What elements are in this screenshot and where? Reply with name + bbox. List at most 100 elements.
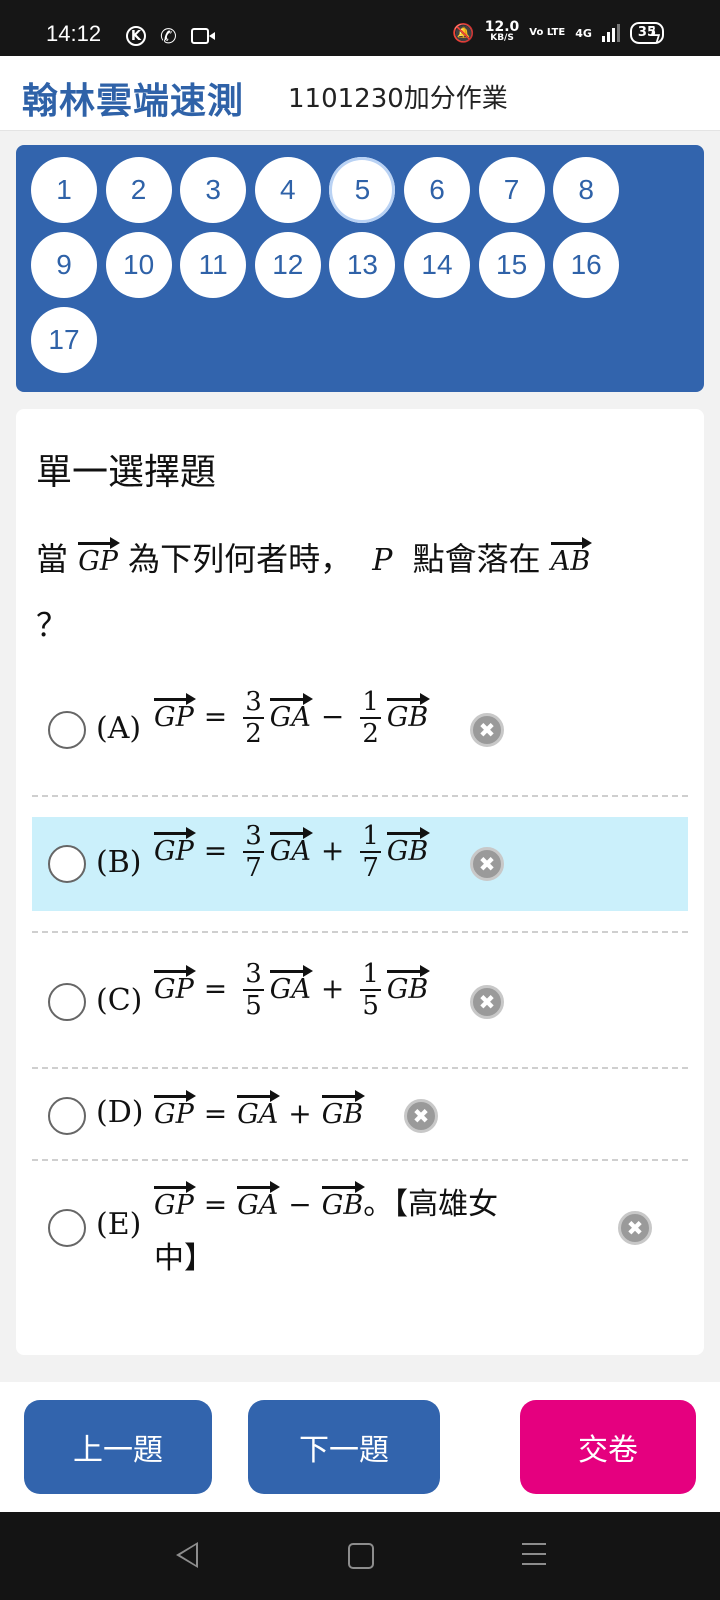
operator: =	[203, 699, 228, 733]
question-number-button-11[interactable]: 11	[180, 232, 247, 298]
eliminate-option-icon[interactable]: ✖	[618, 1211, 652, 1245]
question-number-button-6[interactable]: 6	[404, 157, 470, 223]
option-d[interactable]: (D) GP = GA + GB ✖	[32, 1077, 688, 1157]
line-ab: AB	[550, 537, 593, 576]
vector-term: GB	[321, 1181, 366, 1220]
vector-term: GA	[269, 964, 313, 1004]
question-number-button-17[interactable]: 17	[31, 307, 97, 373]
question-text-part: 為下列何者時，	[128, 540, 353, 578]
question-text-part: 點會落在	[412, 540, 541, 578]
option-formula: GP = GA + GB	[154, 1090, 366, 1130]
question-number-button-5[interactable]: 5	[329, 157, 396, 223]
denominator: 2	[362, 719, 379, 749]
numerator: 3	[243, 687, 264, 719]
fraction: 17	[360, 821, 381, 883]
option-formula: GP = 3 5 GA +1 5 GB	[154, 959, 431, 1021]
operator: +	[288, 1097, 312, 1130]
option-d-radio[interactable]	[48, 1097, 86, 1135]
submit-exam-button[interactable]: 交卷	[520, 1400, 696, 1494]
status-right-icons: 🔕 12.0 KB/S Vo LTE 4G 35	[452, 20, 664, 44]
option-formula: GP = 3 2 GA −1 2 GB	[154, 687, 431, 749]
eliminate-option-icon[interactable]: ✖	[404, 1099, 438, 1133]
question-number-button-2[interactable]: 2	[105, 157, 172, 223]
option-formula: GP = 3 7 GA +1 7 GB	[154, 821, 431, 883]
vector-term: GP	[154, 964, 196, 1004]
option-a[interactable]: (A) GP = 3 2 GA −1 2 GB ✖	[32, 677, 688, 787]
mute-bell-icon: 🔕	[452, 22, 475, 44]
denominator: 2	[245, 719, 262, 749]
vector-term: GP	[154, 1090, 196, 1129]
home-icon[interactable]	[348, 1543, 374, 1569]
numerator: 1	[360, 959, 381, 991]
vector-term: GP	[154, 1181, 196, 1220]
numerator: 1	[360, 687, 381, 719]
operator: +	[320, 833, 345, 867]
question-text: 當 GP 為下列何者時， P 點會落在 AB ？	[36, 527, 676, 657]
numerator: 3	[243, 821, 264, 853]
network-type: 4G	[575, 26, 592, 40]
option-c[interactable]: (C) GP = 3 5 GA +1 5 GB ✖	[32, 949, 688, 1059]
question-text-part: 當	[36, 540, 69, 578]
status-time: 14:12	[46, 21, 102, 46]
question-number-button-13[interactable]: 13	[329, 232, 396, 298]
option-label: (E)	[96, 1207, 142, 1242]
numerator: 1	[360, 821, 381, 853]
question-number-button-10[interactable]: 10	[105, 232, 172, 298]
denominator: 7	[362, 853, 379, 883]
option-a-radio[interactable]	[48, 711, 86, 749]
charging-icon: ϟ	[648, 24, 662, 48]
back-icon[interactable]	[176, 1542, 198, 1568]
vector-term: GP	[154, 826, 196, 866]
question-number-button-4[interactable]: 4	[254, 157, 321, 223]
option-divider	[32, 795, 688, 797]
question-number-button-7[interactable]: 7	[478, 157, 545, 223]
vector-term: GA	[237, 1090, 281, 1129]
video-call-icon	[190, 28, 215, 44]
question-number-button-14[interactable]: 14	[404, 232, 470, 298]
brand-logo: 翰林雲端速測	[22, 81, 245, 122]
fraction: 15	[360, 959, 381, 1021]
point-p: P	[372, 543, 393, 578]
previous-question-button[interactable]: 上一題	[24, 1400, 212, 1494]
app-header: 翰林雲端速測 1101230加分作業	[0, 56, 720, 131]
question-card: 單一選擇題 當 GP 為下列何者時， P 點會落在 AB ？ (A) GP = 3 2…	[16, 409, 704, 1355]
option-b[interactable]: (B) GP = 3 7 GA +1 7 GB ✖	[32, 817, 688, 911]
numerator: 3	[243, 959, 264, 991]
option-b-radio[interactable]	[48, 845, 86, 883]
option-source-cont: 中】	[154, 1241, 214, 1276]
question-number-button-9[interactable]: 9	[31, 232, 97, 298]
operator: −	[320, 699, 345, 733]
bottom-action-bar: 上一題 下一題 交卷	[0, 1382, 720, 1512]
vector-term: GA	[237, 1181, 281, 1220]
fraction: 35	[243, 959, 264, 1021]
eliminate-option-icon[interactable]: ✖	[470, 985, 504, 1019]
phone-icon: ✆	[160, 24, 177, 48]
recent-apps-icon[interactable]	[522, 1543, 546, 1573]
question-number-button-12[interactable]: 12	[254, 232, 321, 298]
question-text-part: ？	[36, 606, 69, 644]
question-number-button-16[interactable]: 16	[553, 232, 620, 298]
volte-indicator: Vo LTE	[529, 27, 566, 38]
option-e[interactable]: (E) GP = GA − GB。【高雄女 中】 ✖	[32, 1169, 688, 1289]
network-speed: 12.0 KB/S	[485, 20, 520, 44]
option-label: (A)	[96, 711, 142, 746]
operator: +	[320, 971, 345, 1005]
option-e-radio[interactable]	[48, 1209, 86, 1247]
option-c-radio[interactable]	[48, 983, 86, 1021]
next-question-button[interactable]: 下一題	[248, 1400, 440, 1494]
option-divider	[32, 931, 688, 933]
eliminate-option-icon[interactable]: ✖	[470, 847, 504, 881]
eliminate-option-icon[interactable]: ✖	[470, 713, 504, 747]
option-label: (D)	[96, 1095, 144, 1130]
vector-term: GB	[321, 1090, 366, 1129]
vector-term: GB	[386, 692, 431, 732]
status-left-icons: K ✆	[126, 24, 215, 48]
denominator: 5	[362, 991, 379, 1021]
k-app-icon: K	[126, 26, 146, 46]
question-number-button-3[interactable]: 3	[180, 157, 247, 223]
question-number-button-15[interactable]: 15	[478, 232, 545, 298]
question-number-button-1[interactable]: 1	[31, 157, 97, 223]
vector-term: GP	[154, 692, 196, 732]
question-number-button-8[interactable]: 8	[553, 157, 620, 223]
option-divider	[32, 1067, 688, 1069]
